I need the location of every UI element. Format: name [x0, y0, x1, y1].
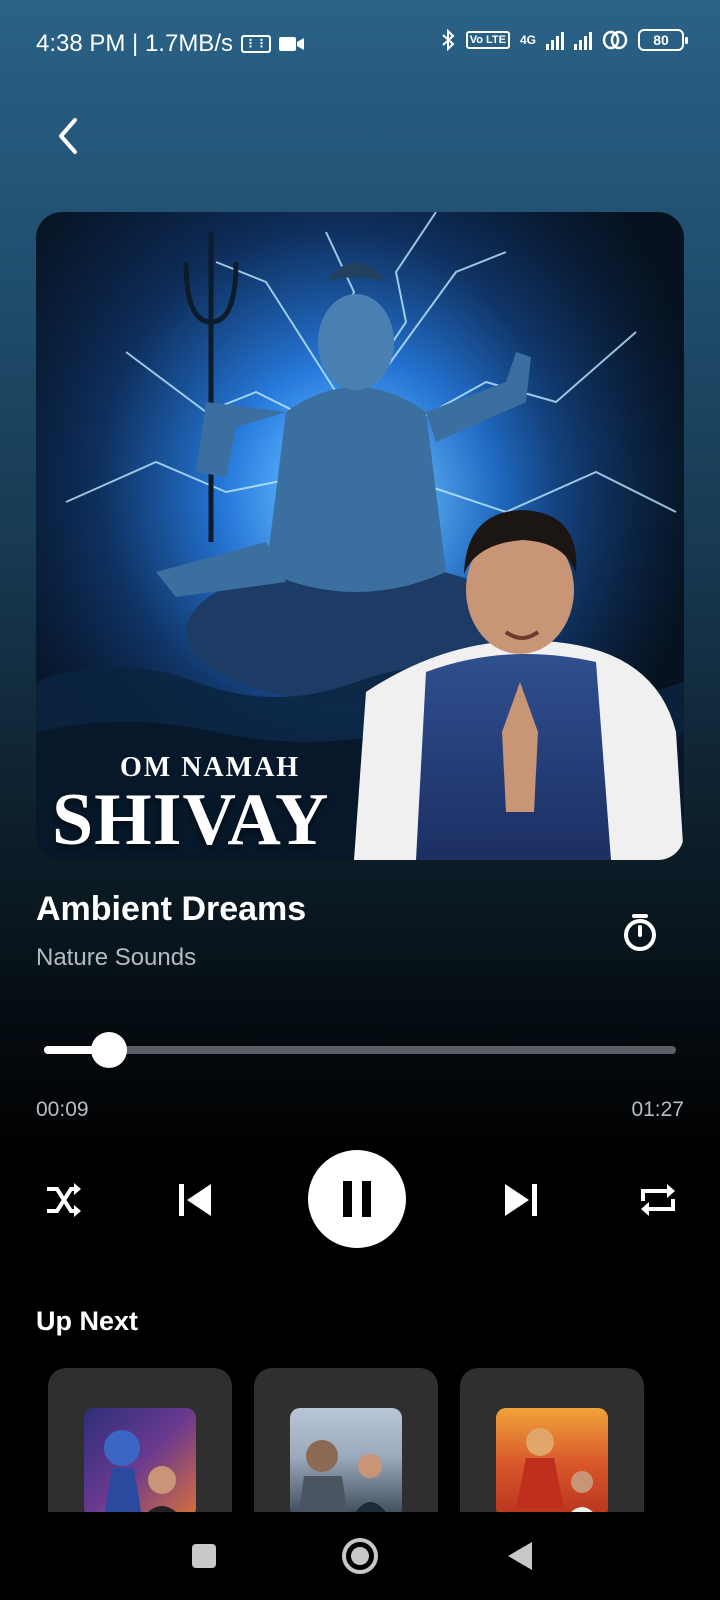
pause-icon [343, 1181, 371, 1217]
seek-bar-thumb[interactable] [91, 1032, 128, 1068]
back-button[interactable] [44, 112, 92, 160]
skip-next-icon [505, 1184, 537, 1216]
up-next-heading: Up Next [36, 1306, 139, 1336]
sleep-timer-button[interactable] [616, 908, 664, 956]
shuffle-button[interactable] [40, 1176, 88, 1224]
elapsed-time: 00:09 [36, 1098, 89, 1121]
up-next-thumbnail [84, 1408, 196, 1512]
recent-apps-button[interactable] [180, 1532, 228, 1580]
status-bar: 4:38 PM | 1.7MB/s ⋮⋮ Vo LTE 4G 80 [0, 0, 720, 90]
album-cover: OM NAMAH SHIVAY [36, 212, 684, 860]
track-artist: Nature Sounds [36, 944, 197, 971]
pause-button[interactable] [308, 1150, 406, 1248]
repeat-icon [641, 1184, 675, 1216]
triangle-back-icon [508, 1542, 532, 1570]
up-next-item[interactable] [460, 1368, 644, 1512]
status-right: Vo LTE 4G 80 [440, 28, 688, 52]
total-time: 01:27 [631, 1098, 684, 1121]
signal-icon [546, 30, 564, 50]
up-next-item[interactable] [254, 1368, 438, 1512]
skip-previous-icon [179, 1184, 211, 1216]
previous-button[interactable] [170, 1176, 218, 1224]
home-button[interactable] [336, 1532, 384, 1580]
square-icon [192, 1544, 216, 1568]
track-title: Ambient Dreams [36, 890, 307, 928]
video-camera-icon [278, 37, 304, 51]
link-icon [602, 30, 628, 50]
up-next-item[interactable] [48, 1368, 232, 1512]
battery-icon: 80 [638, 29, 688, 51]
signal-icon-2 [574, 30, 592, 50]
app-grid-icon: ⋮⋮ [240, 35, 271, 53]
shuffle-icon [47, 1183, 81, 1217]
next-button[interactable] [498, 1176, 546, 1224]
status-left: 4:38 PM | 1.7MB/s ⋮⋮ [36, 30, 305, 58]
bluetooth-icon [442, 28, 455, 52]
home-circle-icon [342, 1538, 378, 1574]
up-next-thumbnail [290, 1408, 402, 1512]
status-time-speed: 4:38 PM | 1.7MB/s [36, 30, 233, 57]
network-type: 4G [519, 33, 536, 47]
volte-icon: Vo LTE [465, 31, 510, 49]
stopwatch-icon [624, 914, 656, 951]
chevron-left-icon [59, 118, 77, 154]
up-next-list [48, 1368, 720, 1512]
up-next-thumbnail [496, 1408, 608, 1512]
repeat-button[interactable] [634, 1176, 682, 1224]
cover-title: SHIVAY [52, 779, 330, 860]
seek-bar[interactable] [44, 1032, 676, 1068]
system-nav-bar [0, 1512, 720, 1600]
back-nav-button[interactable] [496, 1532, 544, 1580]
